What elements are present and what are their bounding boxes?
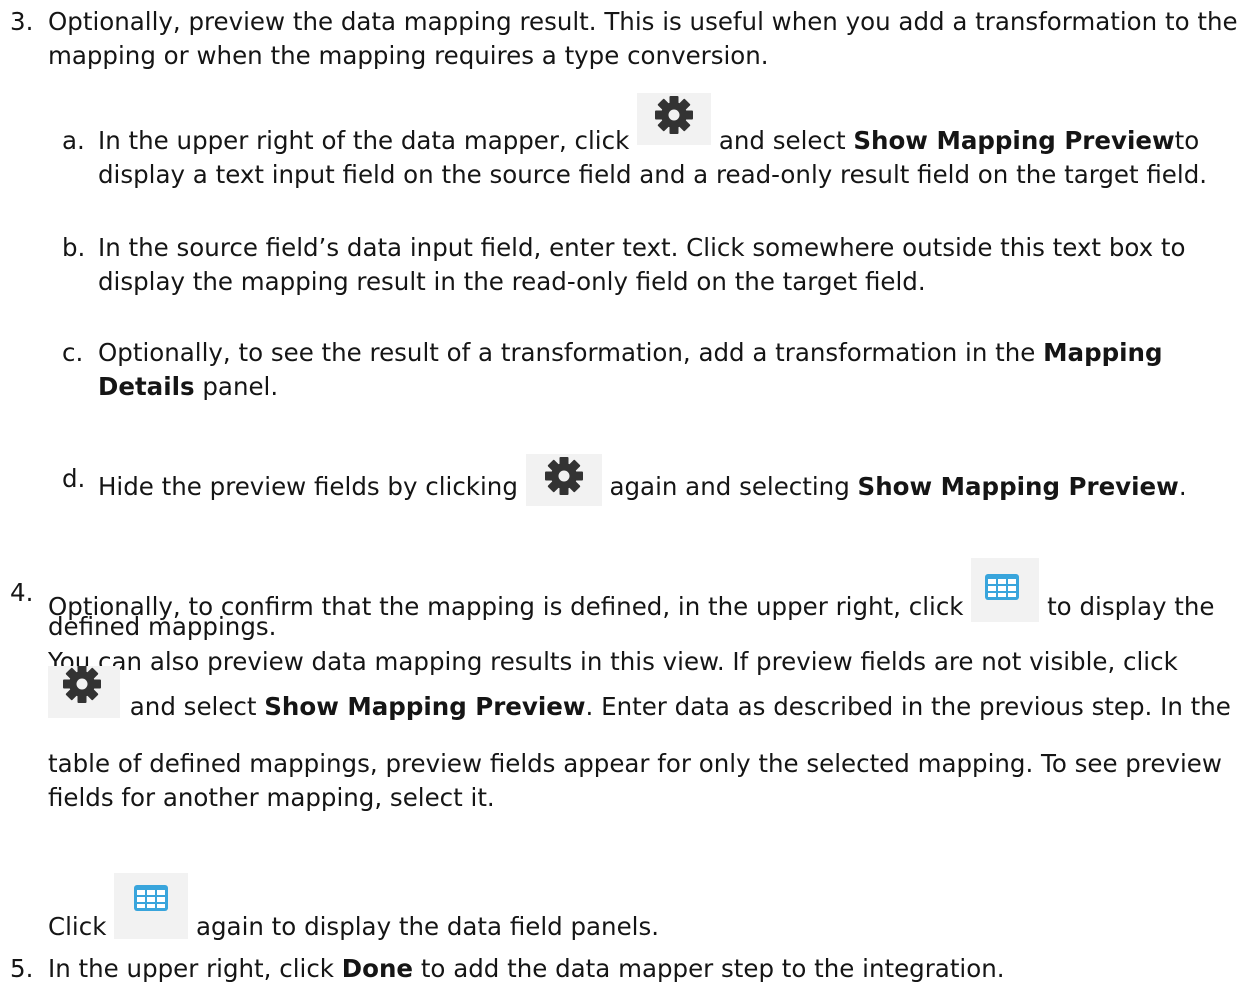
settings-gear-icon[interactable] xyxy=(525,454,602,506)
gear-icon-svg xyxy=(63,666,101,703)
gear-icon-svg xyxy=(544,457,583,495)
step-3b-line-1: In the source field’s data input field, … xyxy=(98,233,1186,262)
mapping-label: Mapping xyxy=(1043,338,1163,367)
step-3-text-line-1: Optionally, preview the data mapping res… xyxy=(48,7,1238,36)
grid-icon-svg xyxy=(985,574,1020,600)
done-label: Done xyxy=(341,954,414,983)
details-label: Details xyxy=(98,372,195,401)
step-4-line-5: table of defined mappings, preview field… xyxy=(48,749,1222,778)
step-4-number: 4. xyxy=(10,578,34,607)
show-mapping-preview-label: Show Mapping Preview xyxy=(857,472,1179,501)
step-3d-line-1: Hide the preview fields by clicking agai… xyxy=(98,454,1187,514)
mapping-table-grid-icon[interactable] xyxy=(971,558,1040,622)
show-mapping-preview-label: Show Mapping Preview xyxy=(264,692,586,721)
step-5-line-1: In the upper right, click Done to add th… xyxy=(48,954,1005,983)
step-3a-line-1: In the upper right of the data mapper, c… xyxy=(98,93,1199,158)
settings-gear-icon[interactable] xyxy=(48,666,120,718)
step-3c-letter: c. xyxy=(62,338,84,367)
step-5-number: 5. xyxy=(10,954,34,983)
step-3c-line-1: Optionally, to see the result of a trans… xyxy=(98,338,1163,367)
mapping-table-grid-icon[interactable] xyxy=(114,873,189,939)
show-mapping-preview-label: Show Mapping Preview xyxy=(853,126,1175,155)
step-3a-letter: a. xyxy=(62,126,85,155)
step-3-text-line-2: mapping or when the mapping requires a t… xyxy=(48,41,769,70)
step-4-line-2: defined mappings. xyxy=(48,612,277,641)
settings-gear-icon[interactable] xyxy=(637,93,712,145)
step-3b-letter: b. xyxy=(62,233,86,262)
step-4-line-4: and select Show Mapping Preview. Enter d… xyxy=(48,666,1231,734)
step-3d-letter: d. xyxy=(62,464,86,493)
step-4-line-3: You can also preview data mapping result… xyxy=(48,647,1178,676)
step-4-line-6: fields for another mapping, select it. xyxy=(48,783,495,812)
step-3c-line-2: Details panel. xyxy=(98,372,279,401)
grid-icon-svg xyxy=(134,885,169,911)
step-3-number: 3. xyxy=(10,7,34,36)
step-3a-line-2: display a text input field on the source… xyxy=(98,160,1208,189)
step-3b-line-2: display the mapping result in the read-o… xyxy=(98,267,926,296)
gear-icon-svg xyxy=(655,96,694,134)
